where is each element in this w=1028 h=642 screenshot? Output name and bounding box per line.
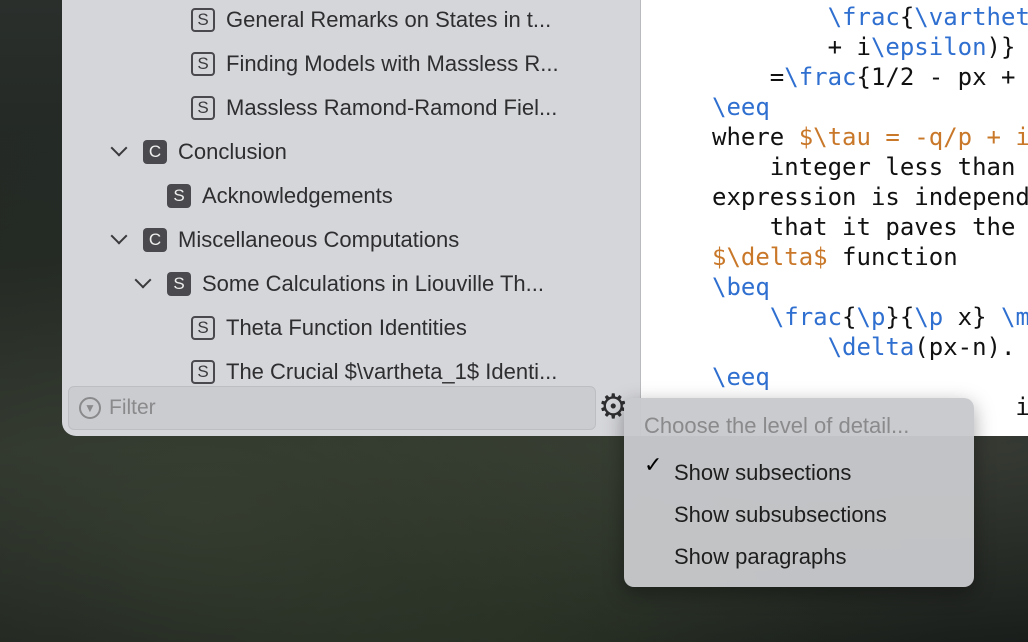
code-token: { — [842, 303, 857, 331]
code-token: \p — [914, 303, 944, 331]
code-token: )} — [986, 33, 1016, 61]
code-token: { — [899, 3, 915, 31]
chevron-down-icon[interactable] — [134, 271, 152, 289]
section-type-badge: S — [191, 96, 215, 120]
outline-item[interactable]: C Conclusion — [110, 130, 287, 174]
code-text: \frac{\varthet + i\epsilon)} =\frac{1/2 … — [712, 2, 1028, 436]
outline-item-label: Theta Function Identities — [226, 315, 467, 340]
outline-item-label: Some Calculations in Liouville Th... — [202, 271, 544, 296]
code-token: $\delta$ — [712, 243, 828, 271]
code-token: \varthet — [914, 3, 1028, 31]
filter-icon: ▼ — [79, 397, 101, 419]
code-token: (px-n). — [914, 333, 1016, 361]
code-line: where $\tau = -q/p + i — [712, 122, 1028, 152]
outline-item[interactable]: S General Remarks on States in t... — [191, 0, 551, 42]
code-token: \epsilon — [870, 33, 987, 61]
code-line: integer less than — [712, 152, 1028, 182]
code-token: \frac — [827, 3, 900, 31]
chevron-down-icon[interactable] — [110, 227, 128, 245]
code-line: $\delta$ function — [712, 242, 1028, 272]
section-type-badge: C — [143, 228, 167, 252]
code-token: where — [712, 123, 799, 151]
code-token: \beq — [712, 273, 770, 301]
code-token: x} — [943, 303, 1002, 331]
code-token: $\tau = -q/p + i — [798, 123, 1028, 151]
section-type-badge: C — [143, 140, 167, 164]
filter-input[interactable] — [107, 395, 571, 421]
section-type-badge: S — [167, 184, 191, 208]
section-type-badge: S — [191, 360, 215, 384]
code-line: \beq — [712, 272, 1028, 302]
code-line: \delta(px-n). — [712, 332, 1028, 362]
code-token: }{ — [885, 303, 915, 331]
section-type-badge: S — [191, 52, 215, 76]
code-token: \p — [856, 303, 886, 331]
code-line: =\frac{1/2 - px + — [712, 62, 1028, 92]
code-token: \m — [1001, 303, 1028, 331]
section-type-badge: S — [191, 8, 215, 32]
outline-item-label: Acknowledgements — [202, 183, 393, 208]
code-token: integer less than — [712, 153, 1016, 181]
outline-item[interactable]: S Theta Function Identities — [191, 306, 467, 350]
code-token: that it paves the — [712, 213, 1028, 241]
code-token: \frac — [769, 303, 843, 331]
outline-item-label: Finding Models with Massless R... — [226, 51, 559, 76]
outline-item-label: General Remarks on States in t... — [226, 7, 552, 32]
code-token: \delta — [827, 333, 915, 361]
code-token: = — [712, 63, 785, 91]
checkmark-icon: ✓ — [644, 452, 663, 477]
outline-item-label: Conclusion — [178, 139, 287, 164]
code-line: \frac{\p}{\p x} \m — [712, 302, 1028, 332]
filter-field[interactable]: ▼ — [68, 386, 596, 430]
code-token: \eeq — [712, 363, 770, 391]
code-token: function — [827, 243, 958, 271]
code-token: \frac — [784, 63, 857, 91]
menu-item-show-subsubsections[interactable]: Show subsubsections — [674, 495, 887, 535]
menu-item-show-subsections[interactable]: Show subsections — [674, 453, 851, 493]
code-line: \eeq — [712, 362, 1028, 392]
outline-item[interactable]: S Finding Models with Massless R... — [191, 42, 559, 86]
outline-item[interactable]: S Some Calculations in Liouville Th... — [134, 262, 544, 306]
code-token: + i — [712, 33, 871, 61]
section-type-badge: S — [167, 272, 191, 296]
outline-item[interactable]: S Acknowledgements — [167, 174, 393, 218]
code-line: \eeq — [712, 92, 1028, 122]
code-line: \frac{\varthet — [712, 2, 1028, 32]
code-token: expression is independ — [712, 183, 1028, 211]
source-editor[interactable]: \frac{\varthet + i\epsilon)} =\frac{1/2 … — [641, 0, 1028, 436]
outline-item[interactable]: C Miscellaneous Computations — [110, 218, 460, 262]
outline-sidebar: S General Remarks on States in t... S Findi… — [62, 0, 641, 436]
outline-item-label: The Crucial $\vartheta_1$ Identi... — [226, 359, 558, 384]
menu-header: Choose the level of detail... — [644, 413, 910, 438]
code-token: {1/2 - px + — [856, 63, 1016, 91]
app-window: S General Remarks on States in t... S Findi… — [62, 0, 1028, 436]
menu-item-show-paragraphs[interactable]: Show paragraphs — [674, 537, 846, 577]
outline-item[interactable]: S Massless Ramond-Ramond Fiel... — [191, 86, 557, 130]
code-line: expression is independ — [712, 182, 1028, 212]
outline-item-label: Miscellaneous Computations — [178, 227, 460, 252]
chevron-down-icon[interactable] — [110, 139, 128, 157]
section-type-badge: S — [191, 316, 215, 340]
code-line: that it paves the — [712, 212, 1028, 242]
code-token: \eeq — [712, 93, 770, 121]
outline-item-label: Massless Ramond-Ramond Fiel... — [226, 95, 558, 120]
code-line: + i\epsilon)} — [712, 32, 1028, 62]
detail-level-menu: Choose the level of detail... ✓ Show sub… — [624, 398, 974, 587]
